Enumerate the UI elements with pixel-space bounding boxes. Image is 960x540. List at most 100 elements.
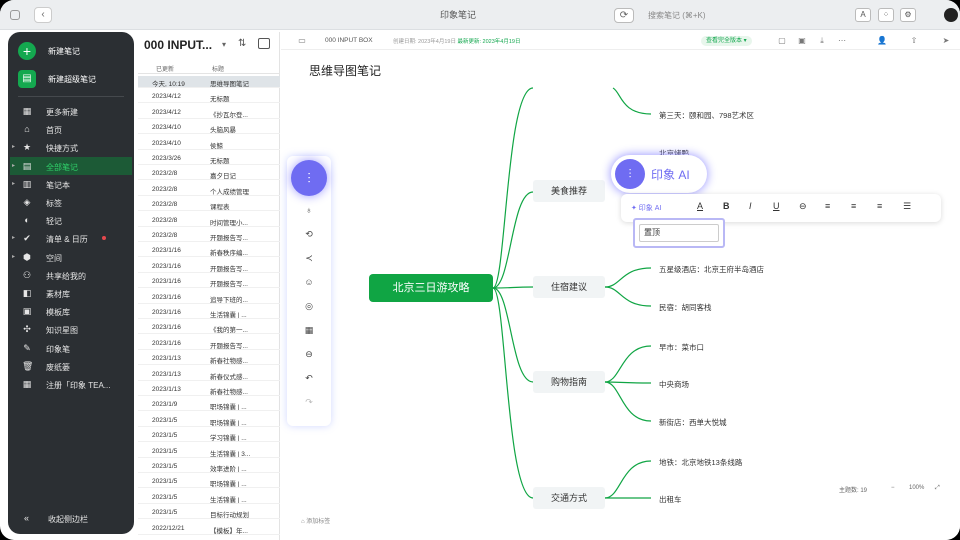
table-row[interactable]: 2023/1/5 生活锦囊 | ... (138, 492, 280, 504)
table-row[interactable]: 2023/1/16 开题报告写... (138, 261, 280, 273)
branch-icon[interactable]: ≺ (303, 252, 315, 264)
col-updated[interactable]: 已更新 (156, 64, 174, 73)
leaf-transport-1[interactable]: 地铁：北京地铁13条线路 (659, 457, 742, 468)
table-row[interactable]: 2023/4/10 头脑风暴 (138, 122, 280, 135)
avatar[interactable] (944, 8, 958, 22)
table-row[interactable]: 2023/1/5 学习锦囊 | ... (138, 430, 280, 443)
table-row[interactable]: 2023/1/5 生活锦囊 | 3... (138, 446, 280, 458)
table-row[interactable]: 2023/2/8 时间管理小... (138, 215, 280, 227)
sidebar-item-11[interactable]: ▣ 模板库 (10, 302, 132, 320)
sidebar-item-2[interactable]: ▸ ★ 快捷方式 (10, 138, 132, 156)
table-row[interactable]: 2023/4/12 无标题 (138, 91, 280, 104)
chevron-right-icon[interactable]: ▸ (12, 180, 15, 187)
sidebar-item-6[interactable]: ◐ 轻记 (10, 211, 132, 229)
leaf-shop-1[interactable]: 早市：菜市口 (659, 342, 704, 353)
mindmap-root-node[interactable]: 北京三日游攻略 (369, 274, 493, 302)
connect-icon[interactable]: ⟲ (303, 228, 315, 240)
add-tag-button[interactable]: ⌂ 添加标签 (301, 516, 381, 528)
bulb-icon[interactable]: ♁ (303, 204, 315, 216)
sidebar-item-5[interactable]: ◈ 标签 (10, 193, 132, 211)
align-center-icon[interactable]: ≡ (851, 201, 856, 211)
new-super-note-button[interactable]: ▤ 新建超级笔记 (10, 66, 132, 92)
back-button[interactable]: ‹ (34, 7, 52, 23)
table-row[interactable]: 2023/1/9 职场锦囊 | ... (138, 399, 280, 412)
window-menu-icon[interactable] (10, 10, 20, 20)
chevron-right-icon[interactable]: ▸ (12, 253, 15, 260)
link-icon[interactable]: ⊖ (303, 348, 315, 360)
table-row[interactable]: 2023/1/5 效率进阶 | ... (138, 461, 280, 473)
italic-icon[interactable]: I (749, 201, 752, 211)
redo-icon[interactable]: ↷ (303, 396, 315, 408)
leaf-lodging-2[interactable]: 民宿：胡同客栈 (659, 302, 712, 313)
table-row[interactable]: 2023/1/16 开题报告写... (138, 276, 280, 289)
leaf-transport-2[interactable]: 出租车 (659, 494, 682, 505)
collapse-sidebar-button[interactable]: « 收起侧边栏 (10, 510, 132, 526)
settings-icon[interactable]: ⚙ (900, 8, 916, 22)
sidebar-item-9[interactable]: ⚇ 共享给我的 (10, 266, 132, 284)
branch-lodging[interactable]: 住宿建议 (533, 276, 605, 298)
fullscreen-icon[interactable]: ⤢ (935, 485, 940, 492)
table-row[interactable]: 今天, 10:19 思维导图笔记 (138, 76, 280, 88)
ai-assistant-pill[interactable]: ⫶ 印象 AI (611, 155, 707, 193)
ai-toolbar-icon[interactable]: A (855, 8, 871, 22)
sidebar-item-3[interactable]: ▸ ▤ 全部笔记 (10, 156, 132, 175)
sidebar-item-4[interactable]: ▸ ▥ 笔记本 (10, 175, 132, 193)
zoom-value[interactable]: 100% (909, 485, 924, 491)
notebook-title[interactable]: 000 INPUT... (144, 38, 212, 52)
sync-button[interactable]: ⟳ (614, 8, 634, 23)
sidebar-item-15[interactable]: ▦ 注册「印象 TEA... (10, 375, 132, 393)
branch-food[interactable]: 美食推荐 (533, 180, 605, 202)
ai-orb-icon[interactable]: ⫶ (291, 160, 327, 196)
chevron-right-icon[interactable]: ▸ (12, 162, 15, 169)
table-row[interactable]: 2023/1/16 开题报告写... (138, 338, 280, 350)
undo-icon[interactable]: ↶ (303, 372, 315, 384)
table-row[interactable]: 2023/4/12 《抄瓦尔登... (138, 107, 280, 119)
table-row[interactable]: 2023/1/13 新春社物感... (138, 353, 280, 366)
bold-icon[interactable]: B (723, 201, 730, 211)
list-icon[interactable]: ☰ (903, 201, 911, 212)
table-row[interactable]: 2023/3/26 无标题 (138, 153, 280, 165)
sort-icon[interactable]: ⇅ (238, 38, 246, 49)
grid-apps-icon[interactable]: ⁘ (878, 8, 894, 22)
chevron-right-icon[interactable]: ▸ (12, 143, 15, 150)
table-row[interactable]: 2023/2/8 个人成绩管理 (138, 184, 280, 196)
underline-icon[interactable]: U (773, 201, 780, 211)
align-left-icon[interactable]: ≡ (825, 201, 830, 211)
col-title[interactable]: 标题 (212, 64, 224, 73)
table-row[interactable]: 2023/1/16 追导下班的... (138, 292, 280, 304)
table-row[interactable]: 2023/4/10 侯鲸 (138, 138, 280, 150)
chevron-down-icon[interactable]: ▾ (222, 40, 226, 49)
layout-toggle-icon[interactable] (258, 38, 270, 49)
strikethrough-icon[interactable]: ⊖ (799, 201, 807, 212)
sidebar-item-13[interactable]: ✎ 印象笔 (10, 339, 132, 357)
new-note-button[interactable]: + 新建笔记 (10, 38, 132, 64)
sidebar-item-7[interactable]: ▸ ✔ 清单 & 日历 (10, 229, 132, 247)
table-row[interactable]: 2023/1/16 《我的第一... (138, 322, 280, 335)
table-row[interactable]: 2023/1/5 职场锦囊 | ... (138, 476, 280, 489)
table-row[interactable]: 2023/1/16 生活锦囊 | ... (138, 307, 280, 319)
zoom-out-icon[interactable]: − (891, 485, 895, 491)
target-icon[interactable]: ◎ (303, 300, 315, 312)
table-row[interactable]: 2023/2/8 开题报告写... (138, 230, 280, 242)
sidebar-item-8[interactable]: ▸ ⬢ 空间 (10, 248, 132, 266)
table-row[interactable]: 2023/2/8 课程表 (138, 199, 280, 212)
search-input[interactable]: 搜索笔记 (⌘+K) (642, 8, 842, 24)
leaf-shop-3[interactable]: 新街店：西单大悦城 (659, 417, 727, 428)
chevron-right-icon[interactable]: ▸ (12, 234, 15, 241)
align-right-icon[interactable]: ≡ (877, 201, 882, 211)
sidebar-item-0[interactable]: ▦ 更多新建 (10, 102, 132, 120)
table-row[interactable]: 2023/1/13 新春仪式感... (138, 369, 280, 381)
node-edit-input[interactable]: 置顶 (639, 224, 719, 242)
table-row[interactable]: 2023/2/8 嘉夕日记 (138, 168, 280, 181)
image-icon[interactable]: ▦ (303, 324, 315, 336)
format-ai-button[interactable]: ✦ 印象 AI (631, 203, 661, 213)
table-row[interactable]: 2023/1/13 新春社物感... (138, 384, 280, 396)
sidebar-item-1[interactable]: ⌂ 首页 (10, 120, 132, 138)
text-color-icon[interactable]: A (697, 201, 703, 211)
leaf-day3[interactable]: 第三天：颐和园、798艺术区 (659, 110, 754, 121)
branch-transport[interactable]: 交通方式 (533, 487, 605, 509)
sidebar-item-10[interactable]: ◧ 素材库 (10, 284, 132, 302)
sidebar-item-14[interactable]: 🗑 废纸篓 (10, 357, 132, 375)
leaf-shop-2[interactable]: 中央商场 (659, 379, 689, 390)
branch-shopping[interactable]: 购物指南 (533, 371, 605, 393)
